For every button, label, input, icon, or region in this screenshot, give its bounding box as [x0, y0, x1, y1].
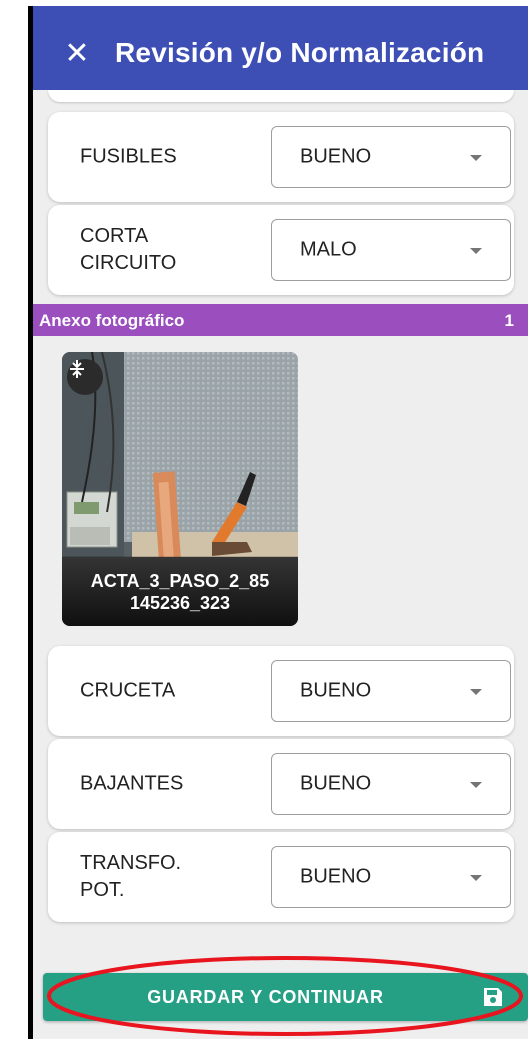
compress-glyph: [70, 360, 84, 378]
photo-thumbnail[interactable]: ACTA_3_PASO_2_85 145236_323: [62, 352, 298, 626]
previous-card-edge: [48, 90, 514, 102]
field-row-transfo-pot: TRANSFO. POT. BUENO: [48, 832, 514, 922]
select-value: BUENO: [300, 772, 372, 795]
compress-icon[interactable]: [67, 359, 103, 395]
field-label: BAJANTES: [80, 772, 184, 795]
select-transfo-pot[interactable]: BUENO: [271, 846, 511, 908]
select-value: BUENO: [300, 145, 372, 168]
field-row-cruceta: CRUCETA BUENO: [48, 646, 514, 736]
photo-caption: ACTA_3_PASO_2_85 145236_323: [62, 556, 298, 626]
field-label: CORTA CIRCUITO: [80, 225, 177, 274]
app-screen: ✕ Revisión y/o Normalización FUSIBLES BU…: [33, 6, 528, 1039]
field-label: CRUCETA: [80, 679, 176, 702]
photo-annex-title: Anexo fotográfico: [39, 311, 185, 330]
photo-gallery: ACTA_3_PASO_2_85 145236_323: [48, 336, 514, 638]
close-button[interactable]: ✕: [49, 23, 105, 83]
field-row-corta-circuito: CORTA CIRCUITO MALO: [48, 205, 514, 295]
save-button-label: GUARDAR Y CONTINUAR: [147, 986, 384, 1007]
select-value: MALO: [300, 238, 357, 261]
field-row-bajantes: BAJANTES BUENO: [48, 739, 514, 829]
select-fusibles[interactable]: BUENO: [271, 126, 511, 188]
dropdown-arrow-icon: [470, 155, 482, 161]
close-icon: ✕: [64, 35, 90, 71]
photo-count-badge: 1: [504, 311, 514, 330]
select-bajantes[interactable]: BUENO: [271, 753, 511, 815]
select-value: BUENO: [300, 679, 372, 702]
field-label: TRANSFO. POT.: [80, 852, 182, 901]
dropdown-arrow-icon: [470, 248, 482, 254]
phone-frame: ✕ Revisión y/o Normalización FUSIBLES BU…: [28, 6, 528, 1039]
select-corta-circuito[interactable]: MALO: [271, 219, 511, 281]
select-value: BUENO: [300, 865, 372, 888]
select-cruceta[interactable]: BUENO: [271, 660, 511, 722]
field-label: FUSIBLES: [80, 145, 177, 168]
app-bar: ✕ Revisión y/o Normalización: [33, 6, 528, 90]
page-title: Revisión y/o Normalización: [115, 37, 485, 68]
dropdown-arrow-icon: [470, 782, 482, 788]
floppy-disk-icon: [484, 988, 502, 1006]
save-and-continue-button[interactable]: GUARDAR Y CONTINUAR: [43, 973, 528, 1021]
field-row-fusibles: FUSIBLES BUENO: [48, 112, 514, 202]
dropdown-arrow-icon: [470, 689, 482, 695]
photo-annex-header: Anexo fotográfico 1: [33, 304, 528, 336]
dropdown-arrow-icon: [470, 875, 482, 881]
